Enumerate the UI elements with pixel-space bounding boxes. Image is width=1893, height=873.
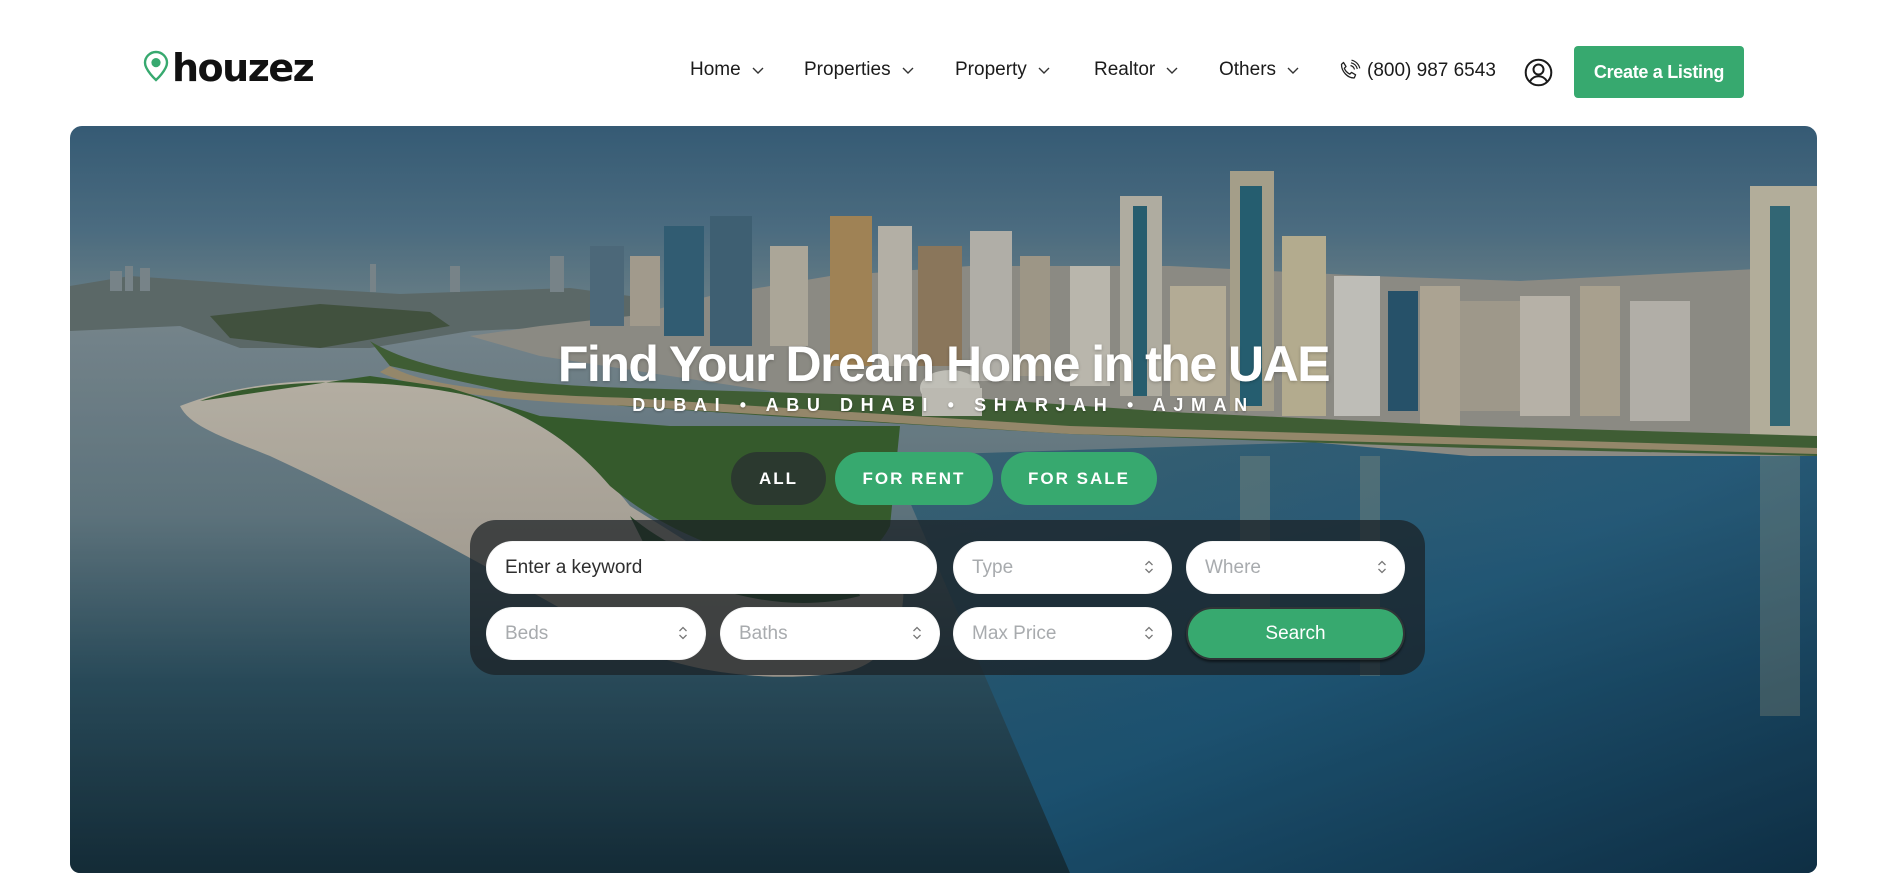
tab-all[interactable]: ALL: [731, 452, 826, 505]
max-price-select[interactable]: Max Price: [953, 607, 1172, 660]
baths-select-label: Baths: [739, 622, 788, 644]
nav-item-home[interactable]: Home: [690, 56, 765, 84]
phone-number: (800) 987 6543: [1367, 60, 1496, 81]
site-header: houzez Home Properties Property Realtor …: [0, 0, 1893, 126]
nav-item-properties[interactable]: Properties: [804, 56, 915, 84]
updown-chevron-icon: [1145, 626, 1153, 640]
nav-item-realtor[interactable]: Realtor: [1094, 56, 1179, 84]
beds-select[interactable]: Beds: [486, 607, 706, 660]
hero-title: Find Your Dream Home in the UAE: [557, 336, 1331, 392]
tab-for-sale[interactable]: FOR SALE: [1001, 452, 1157, 505]
chevron-down-icon: [902, 67, 914, 74]
nav-item-label: Home: [690, 59, 741, 80]
logo[interactable]: houzez: [143, 46, 315, 90]
nav-item-label: Realtor: [1094, 59, 1156, 80]
chevron-down-icon: [752, 67, 764, 74]
chevron-down-icon: [1287, 67, 1299, 74]
hero-section: Find Your Dream Home in the UAE DUBAI • …: [70, 126, 1817, 873]
keyword-field[interactable]: [486, 541, 937, 594]
create-listing-button[interactable]: Create a Listing: [1574, 46, 1744, 98]
user-circle-icon[interactable]: [1524, 58, 1553, 87]
updown-chevron-icon: [1378, 560, 1386, 574]
type-select[interactable]: Type: [953, 541, 1172, 594]
max-price-select-label: Max Price: [972, 622, 1057, 644]
where-select-label: Where: [1205, 556, 1261, 578]
updown-chevron-icon: [679, 626, 687, 640]
logo-text: houzez: [172, 46, 315, 90]
keyword-input[interactable]: [505, 541, 937, 594]
tab-for-rent[interactable]: FOR RENT: [835, 452, 993, 505]
chevron-down-icon: [1166, 67, 1178, 74]
map-pin-icon: [143, 50, 169, 82]
baths-select[interactable]: Baths: [720, 607, 940, 660]
phone-link[interactable]: (800) 987 6543: [1337, 56, 1496, 86]
search-button[interactable]: Search: [1186, 607, 1405, 660]
updown-chevron-icon: [913, 626, 921, 640]
updown-chevron-icon: [1145, 560, 1153, 574]
nav-item-label: Properties: [804, 59, 891, 80]
beds-select-label: Beds: [505, 622, 549, 644]
where-select[interactable]: Where: [1186, 541, 1405, 594]
type-select-label: Type: [972, 556, 1014, 578]
hero-subtitle: DUBAI • ABU DHABI • SHARJAH • AJMAN: [632, 395, 1255, 415]
phone-icon: [1340, 59, 1361, 79]
chevron-down-icon: [1038, 67, 1050, 74]
nav-item-label: Others: [1219, 59, 1277, 80]
nav-item-others[interactable]: Others: [1219, 56, 1300, 84]
nav-item-label: Property: [955, 59, 1027, 80]
search-panel: Type Where Beds Baths Max Price Search: [470, 520, 1425, 675]
nav-item-property[interactable]: Property: [955, 56, 1051, 84]
